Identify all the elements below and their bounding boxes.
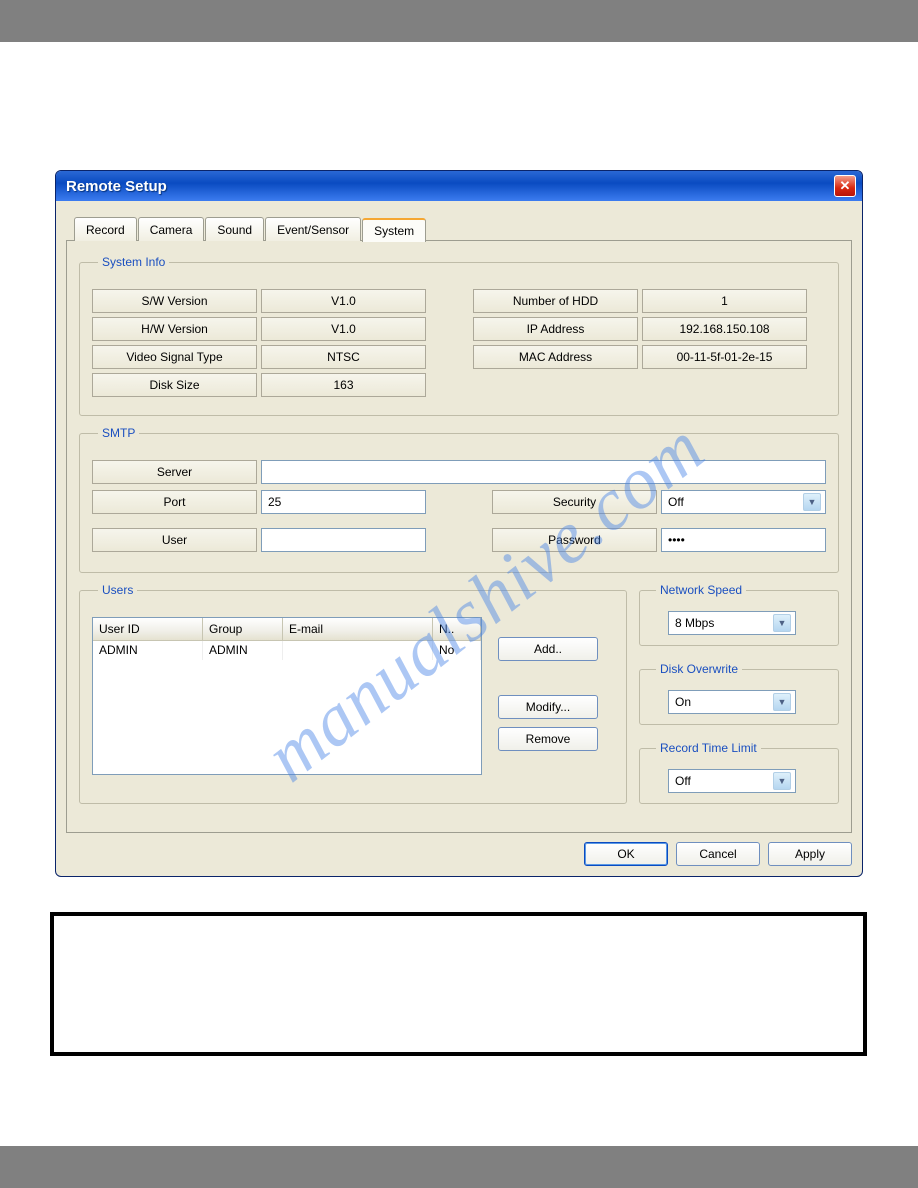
tab-system[interactable]: System [362, 218, 426, 242]
chevron-down-icon: ▼ [803, 493, 821, 511]
record-time-limit-group: Record Time Limit Off ▼ [639, 741, 839, 804]
smtp-port-input[interactable] [261, 490, 426, 514]
ip-address-value: 192.168.150.108 [642, 317, 807, 341]
system-info-legend: System Info [98, 255, 169, 269]
mac-address-label: MAC Address [473, 345, 638, 369]
disk-size-value: 163 [261, 373, 426, 397]
users-col-email[interactable]: E-mail [283, 618, 433, 641]
page-header-bar [0, 0, 918, 42]
sw-version-label: S/W Version [92, 289, 257, 313]
window-title: Remote Setup [66, 178, 167, 195]
smtp-group: SMTP Server Port Security Off ▼ [79, 426, 839, 573]
apply-button[interactable]: Apply [768, 842, 852, 866]
smtp-port-label: Port [92, 490, 257, 514]
record-time-limit-select[interactable]: Off ▼ [668, 769, 796, 793]
users-col-userid[interactable]: User ID [93, 618, 203, 641]
smtp-user-input[interactable] [261, 528, 426, 552]
smtp-password-input[interactable] [661, 528, 826, 552]
users-legend: Users [98, 583, 137, 597]
remove-user-button[interactable]: Remove [498, 727, 598, 751]
chevron-down-icon: ▼ [773, 772, 791, 790]
disk-overwrite-value: On [675, 695, 691, 709]
users-col-group[interactable]: Group [203, 618, 283, 641]
users-group: Users User ID Group E-mail N.. ADMIN [79, 583, 627, 804]
record-time-limit-value: Off [675, 774, 691, 788]
users-col-n[interactable]: N.. [433, 618, 481, 641]
disk-size-label: Disk Size [92, 373, 257, 397]
hw-version-label: H/W Version [92, 317, 257, 341]
hw-version-value: V1.0 [261, 317, 426, 341]
smtp-server-label: Server [92, 460, 257, 484]
ok-button[interactable]: OK [584, 842, 668, 866]
cancel-button[interactable]: Cancel [676, 842, 760, 866]
close-button[interactable]: ✕ [834, 175, 856, 197]
blank-box [50, 912, 867, 1056]
users-table[interactable]: User ID Group E-mail N.. ADMIN ADMIN No [92, 617, 482, 775]
smtp-legend: SMTP [98, 426, 139, 440]
network-speed-value: 8 Mbps [675, 616, 714, 630]
tab-row: Record Camera Sound Event/Sensor System [66, 217, 852, 241]
smtp-server-input[interactable] [261, 460, 826, 484]
tab-record[interactable]: Record [74, 217, 137, 241]
users-cell-n: No [433, 641, 481, 660]
users-cell-email [283, 641, 433, 660]
smtp-password-label: Password [492, 528, 657, 552]
disk-overwrite-group: Disk Overwrite On ▼ [639, 662, 839, 725]
chevron-down-icon: ▼ [773, 614, 791, 632]
network-speed-select[interactable]: 8 Mbps ▼ [668, 611, 796, 635]
number-of-hdd-label: Number of HDD [473, 289, 638, 313]
smtp-security-value: Off [668, 495, 684, 509]
add-user-button[interactable]: Add.. [498, 637, 598, 661]
ip-address-label: IP Address [473, 317, 638, 341]
network-speed-group: Network Speed 8 Mbps ▼ [639, 583, 839, 646]
disk-overwrite-select[interactable]: On ▼ [668, 690, 796, 714]
video-signal-type-label: Video Signal Type [92, 345, 257, 369]
chevron-down-icon: ▼ [773, 693, 791, 711]
system-info-group: System Info S/W VersionV1.0 H/W VersionV… [79, 255, 839, 416]
table-row[interactable]: ADMIN ADMIN No [93, 641, 481, 660]
record-time-limit-legend: Record Time Limit [656, 741, 761, 755]
tab-event-sensor[interactable]: Event/Sensor [265, 217, 361, 241]
disk-overwrite-legend: Disk Overwrite [656, 662, 742, 676]
dialog-footer: OK Cancel Apply [66, 834, 852, 866]
video-signal-type-value: NTSC [261, 345, 426, 369]
close-icon: ✕ [840, 178, 851, 194]
tab-camera[interactable]: Camera [138, 217, 205, 241]
titlebar: Remote Setup ✕ [56, 171, 862, 201]
tab-sound[interactable]: Sound [205, 217, 264, 241]
sw-version-value: V1.0 [261, 289, 426, 313]
network-speed-legend: Network Speed [656, 583, 746, 597]
smtp-security-label: Security [492, 490, 657, 514]
smtp-security-select[interactable]: Off ▼ [661, 490, 826, 514]
number-of-hdd-value: 1 [642, 289, 807, 313]
users-cell-group: ADMIN [203, 641, 283, 660]
modify-user-button[interactable]: Modify... [498, 695, 598, 719]
client-area: Record Camera Sound Event/Sensor System … [56, 201, 862, 876]
page-footer-bar [0, 1146, 918, 1188]
users-cell-id: ADMIN [93, 641, 203, 660]
smtp-user-label: User [92, 528, 257, 552]
remote-setup-dialog: Remote Setup ✕ Record Camera Sound Event… [55, 170, 863, 877]
mac-address-value: 00-11-5f-01-2e-15 [642, 345, 807, 369]
tab-panel-system: System Info S/W VersionV1.0 H/W VersionV… [66, 240, 852, 833]
